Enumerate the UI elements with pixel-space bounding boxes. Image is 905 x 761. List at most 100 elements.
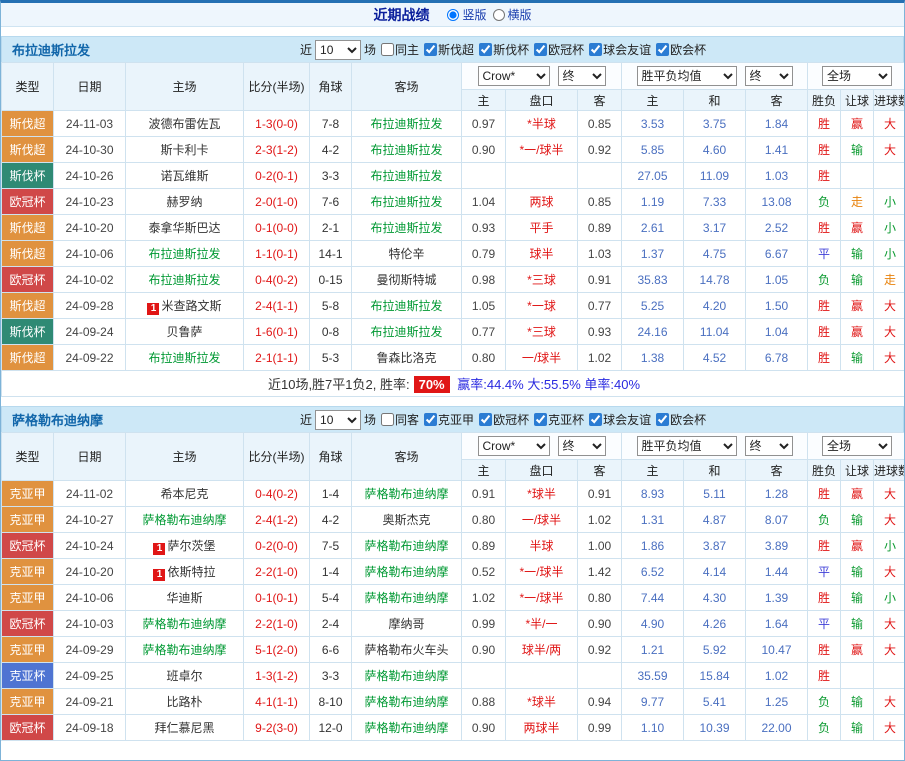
- filter-checkbox[interactable]: 欧会杯: [656, 41, 706, 58]
- mean-type-select[interactable]: 胜平负均值: [637, 436, 737, 456]
- match-date: 24-11-02: [54, 481, 126, 507]
- home-team[interactable]: 布拉迪斯拉发: [148, 351, 220, 365]
- view-mode-vertical-radio[interactable]: [447, 9, 459, 21]
- odds-home: 0.90: [462, 137, 506, 163]
- scope-select[interactable]: 全场: [822, 66, 892, 86]
- filter-checkbox[interactable]: 欧冠杯: [534, 41, 584, 58]
- home-team[interactable]: 希本尼克: [160, 487, 208, 501]
- away-team[interactable]: 萨格勒布迪纳摩: [364, 695, 448, 709]
- filter-checkbox[interactable]: 欧会杯: [656, 411, 706, 428]
- column-subheader: 盘口: [506, 460, 578, 481]
- away-team[interactable]: 萨格勒布迪纳摩: [364, 669, 448, 683]
- away-team[interactable]: 布拉迪斯拉发: [370, 143, 442, 157]
- away-team[interactable]: 萨格勒布迪纳摩: [364, 591, 448, 605]
- away-team[interactable]: 布拉迪斯拉发: [370, 195, 442, 209]
- filter-checkbox-input[interactable]: [656, 43, 669, 56]
- match-row: 克亚甲24-10-201依斯特拉2-2(1-0)1-4萨格勒布迪纳摩0.52*一…: [2, 559, 905, 585]
- filter-checkbox-input[interactable]: [589, 413, 602, 426]
- view-mode-horizontal-radio[interactable]: [493, 9, 505, 21]
- odds-provider-select[interactable]: Crow*: [478, 436, 550, 456]
- filter-checkbox[interactable]: 克亚甲: [424, 411, 474, 428]
- view-mode-vertical[interactable]: 竖版: [447, 6, 486, 23]
- away-team[interactable]: 布拉迪斯拉发: [370, 221, 442, 235]
- home-team[interactable]: 萨格勒布迪纳摩: [142, 617, 226, 631]
- home-team[interactable]: 布拉迪斯拉发: [148, 273, 220, 287]
- filter-checkbox-input[interactable]: [534, 413, 547, 426]
- filter-checkbox[interactable]: 同客: [381, 411, 419, 428]
- away-team[interactable]: 萨格勒布火车头: [364, 643, 448, 657]
- odds-stage-select[interactable]: 终: [558, 436, 606, 456]
- home-team[interactable]: 萨格勒布迪纳摩: [142, 643, 226, 657]
- home-team[interactable]: 波德布雷佐瓦: [148, 117, 220, 131]
- home-team[interactable]: 斯卡利卡: [160, 143, 208, 157]
- away-team[interactable]: 摩纳哥: [388, 617, 424, 631]
- odds-away: 0.91: [578, 267, 622, 293]
- home-team[interactable]: 拜仁慕尼黑: [154, 721, 214, 735]
- filter-checkbox-input[interactable]: [534, 43, 547, 56]
- view-mode-horizontal[interactable]: 横版: [493, 6, 532, 23]
- filter-checkbox-input[interactable]: [381, 413, 394, 426]
- away-team[interactable]: 萨格勒布迪纳摩: [364, 721, 448, 735]
- result-handicap: 赢: [841, 111, 874, 137]
- away-team-cell: 萨格勒布迪纳摩: [352, 533, 462, 559]
- mean-home: 35.59: [622, 663, 684, 689]
- result-goals: 小: [874, 533, 905, 559]
- home-team[interactable]: 布拉迪斯拉发: [148, 247, 220, 261]
- away-team[interactable]: 奥斯杰克: [382, 513, 430, 527]
- home-team[interactable]: 比路朴: [166, 695, 202, 709]
- match-row: 欧冠杯24-10-23赫罗纳2-0(1-0)7-6布拉迪斯拉发1.04两球0.8…: [2, 189, 905, 215]
- away-team[interactable]: 布拉迪斯拉发: [370, 299, 442, 313]
- recent-count-select[interactable]: 10: [315, 410, 361, 430]
- match-row: 克亚甲24-10-27萨格勒布迪纳摩2-4(1-2)4-2奥斯杰克0.80一/球…: [2, 507, 905, 533]
- home-team[interactable]: 米查路文斯: [161, 299, 221, 313]
- mean-stage-select[interactable]: 终: [745, 66, 793, 86]
- home-team[interactable]: 赫罗纳: [166, 195, 202, 209]
- mean-type-select[interactable]: 胜平负均值: [637, 66, 737, 86]
- away-team-cell: 萨格勒布火车头: [352, 637, 462, 663]
- section-filters: 近10场同主斯伐超斯伐杯欧冠杯球会友谊欧会杯: [300, 40, 706, 60]
- away-team[interactable]: 曼彻斯特城: [376, 273, 436, 287]
- filter-checkbox[interactable]: 球会友谊: [589, 411, 651, 428]
- home-team[interactable]: 贝鲁萨: [166, 325, 202, 339]
- recent-count-select[interactable]: 10: [315, 40, 361, 60]
- mean-draw: 4.87: [684, 507, 746, 533]
- filter-checkbox-input[interactable]: [479, 43, 492, 56]
- filter-checkbox-input[interactable]: [381, 43, 394, 56]
- home-team[interactable]: 泰拿华斯巴达: [148, 221, 220, 235]
- mean-draw: 4.52: [684, 345, 746, 371]
- filter-checkbox[interactable]: 斯伐超: [424, 41, 474, 58]
- home-team[interactable]: 依斯特拉: [167, 565, 215, 579]
- away-team[interactable]: 布拉迪斯拉发: [370, 169, 442, 183]
- away-team[interactable]: 布拉迪斯拉发: [370, 117, 442, 131]
- filter-checkbox[interactable]: 同主: [381, 41, 419, 58]
- home-team[interactable]: 班卓尔: [166, 669, 202, 683]
- home-team[interactable]: 萨格勒布迪纳摩: [142, 513, 226, 527]
- filter-checkbox-input[interactable]: [424, 413, 437, 426]
- away-team[interactable]: 鲁森比洛克: [376, 351, 436, 365]
- away-team[interactable]: 布拉迪斯拉发: [370, 325, 442, 339]
- filter-checkbox[interactable]: 球会友谊: [589, 41, 651, 58]
- home-team[interactable]: 诺瓦维斯: [160, 169, 208, 183]
- away-team[interactable]: 萨格勒布迪纳摩: [364, 565, 448, 579]
- away-team[interactable]: 萨格勒布迪纳摩: [364, 539, 448, 553]
- filter-checkbox-input[interactable]: [589, 43, 602, 56]
- odds-home: 0.77: [462, 319, 506, 345]
- away-team[interactable]: 特伦辛: [388, 247, 424, 261]
- home-team[interactable]: 华迪斯: [166, 591, 202, 605]
- column-subheader: 主: [622, 90, 684, 111]
- home-team[interactable]: 萨尔茨堡: [167, 539, 215, 553]
- odds-home: [462, 163, 506, 189]
- filter-checkbox[interactable]: 克亚杯: [534, 411, 584, 428]
- filter-checkbox-input[interactable]: [479, 413, 492, 426]
- filter-checkbox-input[interactable]: [424, 43, 437, 56]
- scope-select[interactable]: 全场: [822, 436, 892, 456]
- score: 2-3(1-2): [244, 137, 310, 163]
- score: 2-1(1-1): [244, 345, 310, 371]
- odds-stage-select[interactable]: 终: [558, 66, 606, 86]
- mean-stage-select[interactable]: 终: [745, 436, 793, 456]
- away-team[interactable]: 萨格勒布迪纳摩: [364, 487, 448, 501]
- filter-checkbox[interactable]: 斯伐杯: [479, 41, 529, 58]
- odds-provider-select[interactable]: Crow*: [478, 66, 550, 86]
- filter-checkbox-input[interactable]: [656, 413, 669, 426]
- filter-checkbox[interactable]: 欧冠杯: [479, 411, 529, 428]
